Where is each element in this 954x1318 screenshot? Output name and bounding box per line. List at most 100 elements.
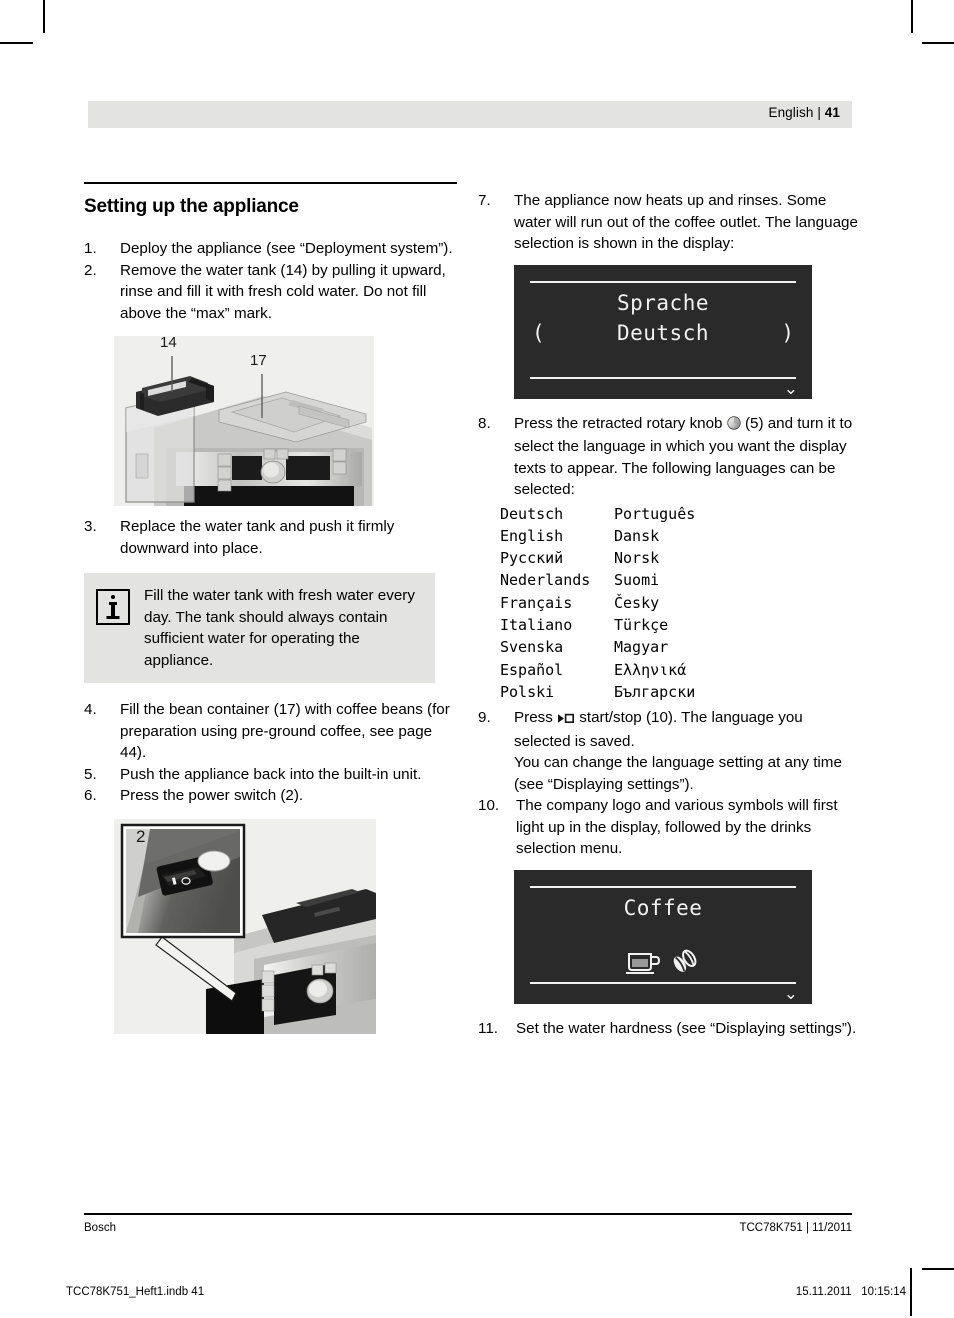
language-option: Nederlands: [500, 571, 591, 590]
list-item: 6. Press the power switch (2).: [84, 785, 457, 807]
list-item: 4. Fill the bean container (17) with cof…: [84, 699, 457, 764]
table-row: Français Česky: [500, 592, 695, 614]
crop-mark-top-left-vertical: [43, 0, 45, 33]
info-note: Fill the water tank with fresh water eve…: [84, 573, 435, 683]
coffee-beans-icon: [673, 949, 697, 972]
language-option: Português: [614, 504, 696, 523]
display-drinks-menu: Coffee ⌄: [514, 869, 812, 1004]
lcd-top-rule: [530, 885, 796, 888]
language-option: Español: [500, 660, 564, 679]
figure-callout-2: 2: [136, 826, 146, 846]
figure-callout-17: 17: [250, 352, 267, 369]
page-number: 41: [824, 105, 840, 120]
language-option: Svenska: [500, 638, 564, 657]
running-header-text: English | 41: [768, 105, 840, 120]
table-row: Español Ελληνικά: [500, 659, 695, 681]
step-number: 1.: [84, 240, 97, 257]
language-option: Русский: [500, 549, 564, 568]
step-number: 6.: [84, 787, 97, 804]
table-row: Polski Български: [500, 681, 695, 703]
language-option: Ελληνικά: [614, 660, 687, 679]
right-column: 7. The appliance now heats up and rinses…: [478, 190, 858, 1039]
steps-list-right-8: 8. Press the retracted rotary knob (5) a…: [478, 413, 858, 501]
left-column: Setting up the appliance 1. Deploy the a…: [84, 182, 457, 1034]
rotary-knob-icon: [727, 415, 741, 437]
list-item: 8. Press the retracted rotary knob (5) a…: [478, 413, 858, 501]
list-item: 2. Remove the water tank (14) by pulling…: [84, 260, 457, 325]
footer-brand: Bosch: [84, 1222, 116, 1234]
power-switch-illustration: [114, 818, 376, 1034]
steps-list-right-9-10: 9. Press start/stop (10). The language y…: [478, 707, 858, 860]
coffee-cup-icon: [625, 952, 660, 974]
language-option: Polski: [500, 682, 555, 701]
step-number: 9.: [478, 709, 491, 727]
step-text-before: Press: [514, 709, 558, 727]
language-option: Български: [614, 682, 696, 701]
imprint-filename: TCC78K751_Heft1.indb 41: [66, 1286, 205, 1298]
language-options-table: Deutsch Português English Dansk Русский …: [500, 503, 695, 704]
table-row: Deutsch Português: [500, 503, 695, 525]
crop-mark-top-right-horizontal: [922, 42, 954, 44]
steps-list-left-bottom: 4. Fill the bean container (17) with cof…: [84, 699, 457, 807]
info-note-text: Fill the water tank with fresh water eve…: [144, 587, 415, 669]
table-row: Nederlands Suomi: [500, 569, 695, 591]
step-text: Remove the water tank (14) by pulling it…: [120, 261, 446, 322]
footer-doc-ref: TCC78K751 | 11/2011: [739, 1222, 852, 1234]
step-number: 7.: [478, 192, 491, 209]
list-item: 3. Replace the water tank and push it fi…: [84, 516, 457, 559]
step-text: Push the appliance back into the built-i…: [120, 765, 422, 783]
crop-mark-bottom-right-horizontal: [922, 1268, 954, 1270]
step-text: Fill the bean container (17) with coffee…: [120, 701, 450, 761]
step-number: 2.: [84, 261, 97, 279]
lcd-value: Deutsch: [616, 320, 709, 345]
chevron-down-icon: ⌄: [783, 983, 798, 1004]
step-number: 4.: [84, 701, 97, 718]
step-text: Set the water hardness (see “Displaying …: [516, 1019, 857, 1037]
language-option: Türkçe: [614, 615, 669, 634]
lcd-bottom-rule: [530, 376, 796, 379]
step-text-before: Press the retracted rotary knob: [514, 414, 727, 432]
imprint-timestamp: 15.11.2011 10:15:14: [795, 1286, 906, 1298]
language-option: Italiano: [500, 615, 573, 634]
section-title-rule: [84, 182, 457, 184]
step-number: 8.: [478, 414, 491, 432]
steps-list-left-top: 1. Deploy the appliance (see “Deployment…: [84, 238, 457, 324]
display-language-selection: Sprache ( Deutsch ) ⌄: [514, 264, 812, 399]
crop-mark-bottom-right-vertical: [910, 1268, 912, 1316]
language-option: Magyar: [614, 638, 669, 657]
lcd-right-arrow-icon: ): [781, 320, 794, 345]
language-option: Deutsch: [500, 504, 564, 523]
header-language-label: English: [768, 105, 814, 120]
list-item: 5. Push the appliance back into the buil…: [84, 764, 457, 786]
steps-list-left-mid: 3. Replace the water tank and push it fi…: [84, 516, 457, 559]
page-title: Setting up the appliance: [84, 196, 299, 217]
figure-power-switch: 2: [114, 818, 376, 1034]
chevron-down-icon: ⌄: [783, 378, 798, 399]
step-text: The appliance now heats up and rinses. S…: [514, 192, 858, 252]
step-number: 3.: [84, 518, 97, 535]
list-item: 10. The company logo and various symbols…: [478, 795, 858, 860]
list-item: 1. Deploy the appliance (see “Deployment…: [84, 238, 457, 260]
header-separator: |: [817, 105, 821, 120]
crop-mark-top-right-vertical: [911, 0, 913, 33]
lcd-title: Coffee: [623, 895, 703, 920]
language-option: Česky: [614, 593, 660, 612]
step-text: Press the power switch (2).: [120, 787, 304, 804]
step-text: Replace the water tank and push it firml…: [120, 518, 395, 557]
lcd-title: Sprache: [616, 290, 709, 315]
language-option: Suomi: [614, 571, 660, 590]
figure-callout-14: 14: [160, 334, 177, 351]
figure-water-tank: 14 17: [114, 334, 374, 506]
steps-list-right-11: 11. Set the water hardness (see “Display…: [478, 1018, 858, 1040]
language-option: Norsk: [614, 549, 660, 568]
running-header-band: English | 41: [88, 101, 852, 128]
water-tank-illustration: [114, 336, 374, 506]
list-item: 7. The appliance now heats up and rinses…: [478, 190, 858, 255]
step-number: 11.: [478, 1019, 498, 1037]
start-stop-icon: [557, 709, 575, 731]
step-number: 5.: [84, 765, 97, 783]
info-icon: [96, 589, 130, 625]
list-item: 9. Press start/stop (10). The language y…: [478, 707, 858, 795]
crop-mark-top-left-horizontal: [0, 42, 33, 44]
step-number: 10.: [478, 797, 500, 815]
